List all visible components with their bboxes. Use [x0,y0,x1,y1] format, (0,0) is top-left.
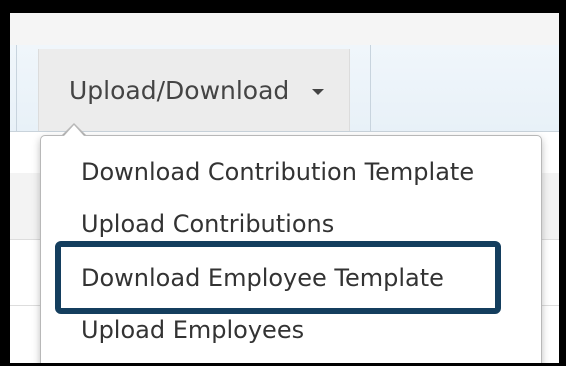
menu-item-download-contribution-template[interactable]: Download Contribution Template [81,158,474,186]
toolbar-separator [370,45,371,131]
caret-down-icon [312,89,324,95]
menu-item-upload-contributions[interactable]: Upload Contributions [81,210,334,238]
toolbar-top-strip [10,13,559,45]
menu-item-upload-employees[interactable]: Upload Employees [81,316,304,344]
dropdown-pointer-fill [64,125,84,136]
highlight-annotation-box [55,241,501,314]
toolbar-separator [16,45,17,131]
upload-download-label: Upload/Download [69,76,290,105]
app-window: Upload/Download Download Contribution Te… [10,13,559,363]
screenshot-frame: Upload/Download Download Contribution Te… [0,0,566,366]
upload-download-button[interactable]: Upload/Download [38,49,350,131]
